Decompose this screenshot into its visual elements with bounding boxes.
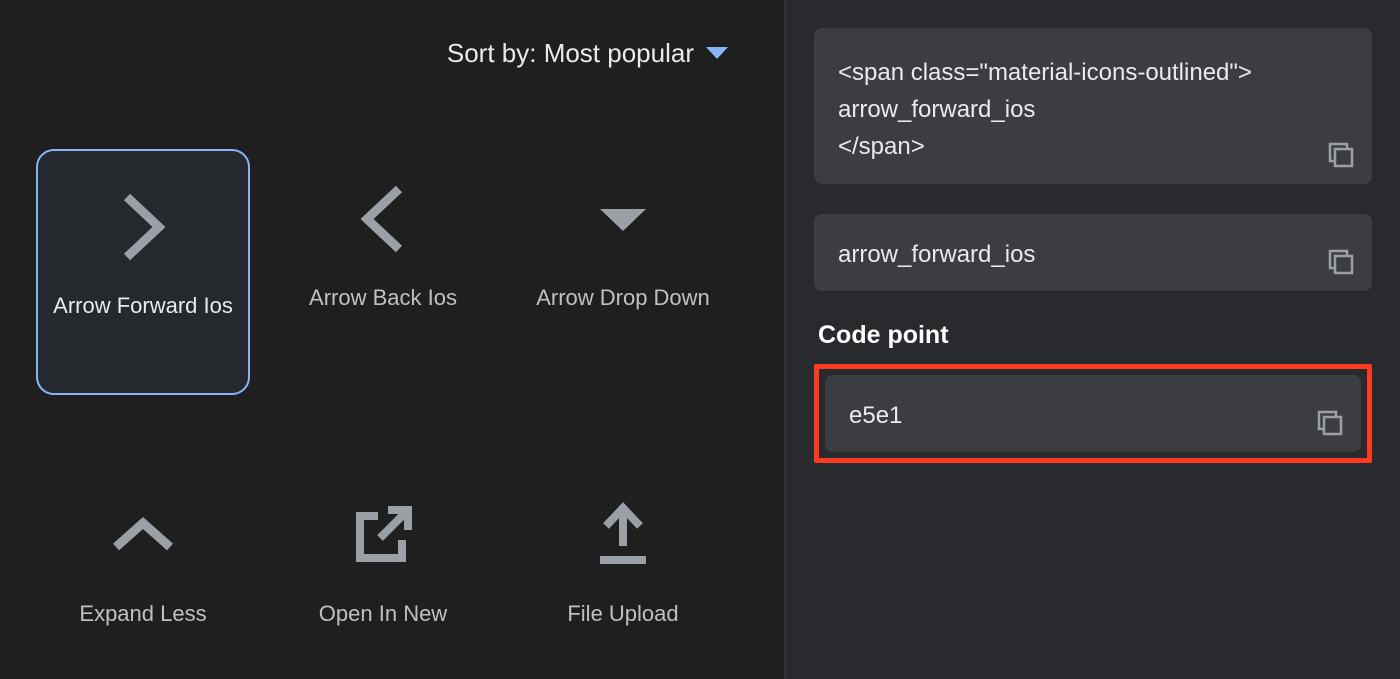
code-point-heading: Code point (818, 321, 1372, 350)
icon-detail-panel: <span class="material-icons-outlined"> a… (786, 0, 1400, 679)
copy-codepoint-button[interactable] (1315, 408, 1345, 438)
icon-name-text: arrow_forward_ios (838, 236, 1348, 273)
code-point-highlight: e5e1 (814, 364, 1372, 463)
icon-tile-arrow-forward-ios[interactable]: Arrow Forward Ios (36, 149, 250, 395)
arrow-back-ios-icon (361, 181, 405, 257)
html-snippet-text: <span class="material-icons-outlined"> a… (838, 54, 1348, 166)
expand-less-icon (108, 497, 178, 573)
icon-tile-expand-less[interactable]: Expand Less (36, 465, 250, 647)
code-point-text: e5e1 (849, 397, 1337, 434)
icon-grid: Arrow Forward Ios Arrow Back Ios Arrow D… (0, 149, 784, 647)
html-snippet-box: <span class="material-icons-outlined"> a… (814, 28, 1372, 184)
icon-tile-file-upload[interactable]: File Upload (516, 465, 730, 647)
icon-name-box: arrow_forward_ios (814, 214, 1372, 291)
open-in-new-icon (350, 497, 416, 573)
icon-tile-label: Arrow Forward Ios (45, 291, 241, 321)
dropdown-caret-icon (706, 47, 728, 61)
icon-tile-label: Arrow Back Ios (301, 283, 465, 313)
sort-label: Sort by: Most popular (447, 38, 694, 69)
copy-snippet-button[interactable] (1326, 140, 1356, 170)
copy-name-button[interactable] (1326, 247, 1356, 277)
arrow-drop-down-icon (594, 181, 652, 257)
icon-tile-label: Arrow Drop Down (528, 283, 718, 313)
arrow-forward-ios-icon (121, 189, 165, 265)
icon-tile-arrow-back-ios[interactable]: Arrow Back Ios (276, 149, 490, 395)
file-upload-icon (592, 497, 654, 573)
icon-tile-label: Expand Less (71, 599, 214, 629)
sort-dropdown[interactable]: Sort by: Most popular (0, 0, 784, 69)
icon-tile-label: Open In New (311, 599, 455, 629)
icon-tile-label: File Upload (559, 599, 686, 629)
icon-tile-open-in-new[interactable]: Open In New (276, 465, 490, 647)
icon-browser-panel: Sort by: Most popular Arrow Forward Ios … (0, 0, 786, 679)
icon-tile-arrow-drop-down[interactable]: Arrow Drop Down (516, 149, 730, 395)
code-point-box: e5e1 (825, 375, 1361, 452)
